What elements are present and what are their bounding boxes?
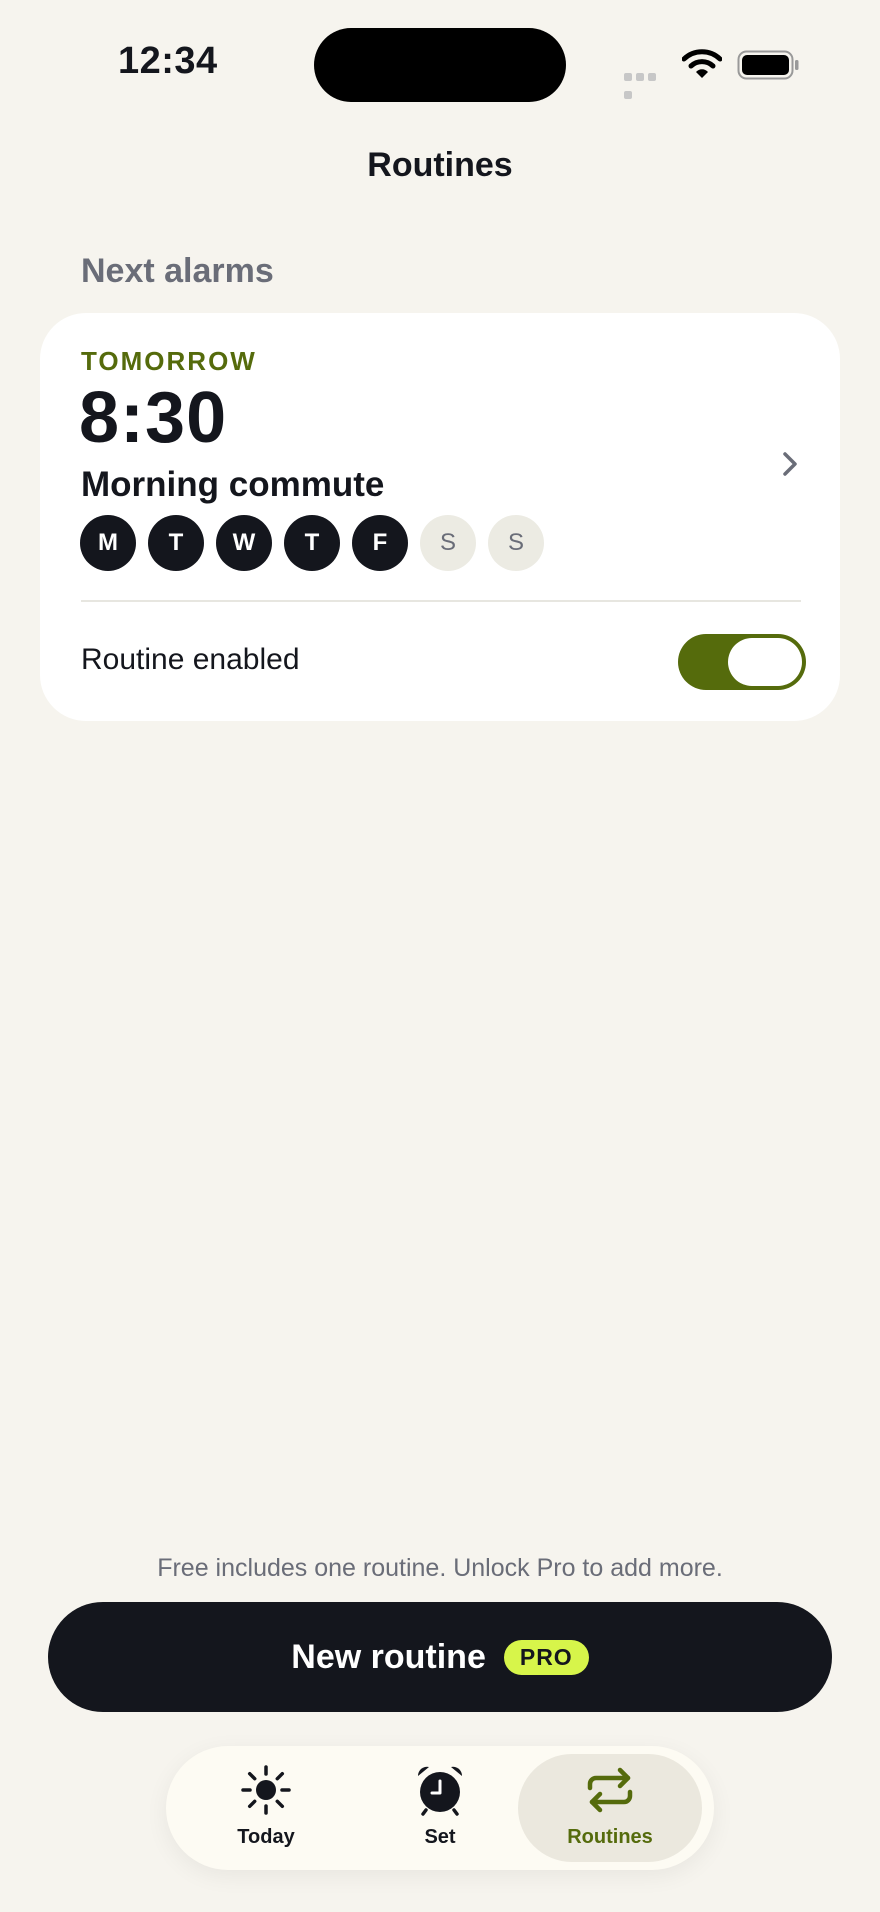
wifi-icon — [682, 49, 722, 78]
day-thursday: T — [284, 515, 340, 571]
new-routine-button[interactable]: New routine PRO — [48, 1602, 832, 1712]
tab-set[interactable]: Set — [348, 1754, 532, 1862]
tab-routines[interactable]: Routines — [518, 1754, 702, 1862]
page-title: Routines — [367, 146, 513, 184]
tab-set-label: Set — [424, 1826, 456, 1848]
tab-routines-label: Routines — [567, 1826, 653, 1848]
pro-upsell-note: Free includes one routine. Unlock Pro to… — [157, 1554, 723, 1582]
new-routine-label: New routine — [291, 1637, 486, 1676]
section-label-next-alarms: Next alarms — [81, 252, 274, 290]
weekday-row: M T W T F S S — [80, 515, 544, 571]
pro-badge: PRO — [503, 1639, 589, 1675]
tab-today[interactable]: Today — [174, 1754, 358, 1862]
tab-today-label: Today — [237, 1826, 295, 1848]
sun-icon — [241, 1765, 291, 1815]
alarm-clock-icon — [417, 1766, 463, 1816]
day-sunday: S — [488, 515, 544, 571]
day-tuesday: T — [148, 515, 204, 571]
routine-card[interactable]: TOMORROW 8:30 Morning commute M T W T F … — [40, 313, 840, 721]
dynamic-island — [314, 28, 566, 102]
status-time: 12:34 — [118, 40, 218, 82]
day-saturday: S — [420, 515, 476, 571]
day-monday: M — [80, 515, 136, 571]
routine-when-label: TOMORROW — [81, 346, 257, 376]
card-divider — [81, 600, 801, 602]
routine-enabled-toggle[interactable] — [678, 634, 806, 690]
cellular-signal-icon — [624, 68, 670, 99]
status-bar: 12:34 — [0, 0, 880, 130]
day-friday: F — [352, 515, 408, 571]
tab-bar: Today Set Routines — [166, 1746, 714, 1870]
routine-enabled-label: Routine enabled — [81, 643, 300, 676]
routine-name: Morning commute — [81, 465, 385, 504]
repeat-icon — [587, 1767, 633, 1813]
battery-icon — [737, 50, 799, 80]
day-wednesday: W — [216, 515, 272, 571]
chevron-right-icon[interactable] — [778, 443, 804, 485]
toggle-knob — [728, 638, 802, 686]
routine-time: 8:30 — [79, 378, 228, 458]
